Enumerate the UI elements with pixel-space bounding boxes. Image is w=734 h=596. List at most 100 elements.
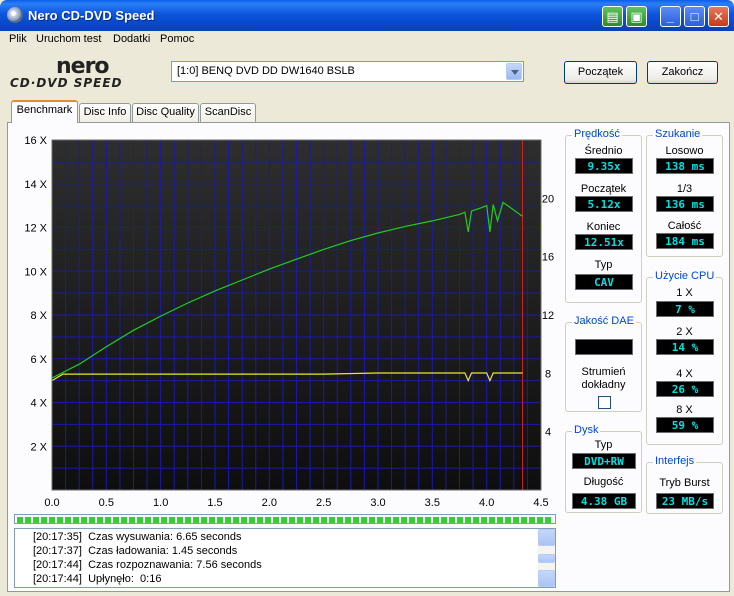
progress-segment (121, 517, 127, 523)
random-seek-label: Losowo (665, 145, 704, 157)
nero-logo: nero CD·DVD SPEED (10, 54, 123, 90)
disc-group-title: Dysk (572, 424, 601, 436)
cpu-1x-value: 7 % (656, 301, 714, 317)
disc-type-label: Typ (594, 439, 613, 451)
progress-segment (257, 517, 263, 523)
disc-length-value: 4.38 GB (572, 493, 636, 509)
progress-segment (241, 517, 247, 523)
cpu-8x-value: 59 % (656, 417, 714, 433)
progress-segment (105, 517, 111, 523)
accurate-stream-label-2: dokładny (581, 379, 626, 391)
progress-segment (417, 517, 423, 523)
progress-segment (153, 517, 159, 523)
speed-group: Prędkość Średnio 9.35x Początek 5.12x Ko… (565, 128, 642, 303)
progress-segment (49, 517, 55, 523)
interface-group: Interfejs Tryb Burst 23 MB/s (646, 455, 723, 514)
progress-segment (441, 517, 447, 523)
menu-pomoc[interactable]: Pomoc (160, 33, 194, 45)
progress-segment (89, 517, 95, 523)
progress-segment (385, 517, 391, 523)
speed-type-label: Typ (594, 259, 613, 271)
cpu-group-title: Użycie CPU (653, 270, 717, 282)
end-speed-label: Koniec (586, 221, 621, 233)
close-button[interactable]: ✕ (708, 6, 729, 27)
scroll-down-icon[interactable] (538, 570, 555, 587)
accurate-stream-checkbox[interactable] (598, 396, 611, 409)
log-scrollbar[interactable] (538, 529, 555, 587)
start-button[interactable]: Początek (564, 61, 637, 84)
minimize-button[interactable]: _ (660, 6, 681, 27)
burst-rate-label: Tryb Burst (659, 477, 710, 489)
progress-segment (497, 517, 503, 523)
progress-segment (289, 517, 295, 523)
full-seek-label: Całość (667, 220, 702, 232)
progress-segment (113, 517, 119, 523)
third-seek-value: 136 ms (656, 196, 714, 212)
nero-disc-icon[interactable] (7, 7, 23, 23)
progress-segment (473, 517, 479, 523)
tab-scandisc[interactable]: ScanDisc (200, 103, 256, 122)
progress-segment (65, 517, 71, 523)
seek-group: Szukanie Losowo 138 ms 1/3 136 ms Całość… (646, 128, 723, 257)
stop-button[interactable]: Zakończ (647, 61, 718, 84)
progress-segment (529, 517, 535, 523)
progress-segment (249, 517, 255, 523)
log-entry: [20:17:44] Upłynęło: 0:16 (33, 573, 162, 585)
chevron-down-icon[interactable] (506, 63, 522, 80)
speed-type-value: CAV (575, 274, 633, 290)
disc-group: Dysk Typ DVD+RW Długość 4.38 GB (565, 424, 642, 513)
burst-rate-value: 23 MB/s (656, 493, 714, 509)
menu-bar: Plik Uruchom test Dodatki Pomoc (0, 31, 734, 49)
full-seek-value: 184 ms (656, 233, 714, 249)
log-entry: [20:17:35] Czas wysuwania: 6.65 seconds (33, 531, 242, 543)
progress-segment (425, 517, 431, 523)
progress-segment (177, 517, 183, 523)
progress-segment (225, 517, 231, 523)
progress-segment (81, 517, 87, 523)
progress-segment (521, 517, 527, 523)
menu-dodatki[interactable]: Dodatki (113, 33, 150, 45)
progress-segment (457, 517, 463, 523)
cpu-1x-label: 1 X (676, 287, 693, 299)
progress-segment (433, 517, 439, 523)
drive-select[interactable]: [1:0] BENQ DVD DD DW1640 BSLB (171, 61, 524, 82)
progress-segment (137, 517, 143, 523)
progress-segment (401, 517, 407, 523)
title-bar: Nero CD-DVD Speed ▤ ▣ _ □ ✕ (0, 0, 734, 31)
interface-group-title: Interfejs (653, 455, 697, 467)
scroll-up-icon[interactable] (538, 529, 555, 546)
progress-segment (161, 517, 167, 523)
progress-segment (145, 517, 151, 523)
scroll-thumb[interactable] (538, 554, 555, 563)
tab-disc-quality[interactable]: Disc Quality (132, 103, 199, 122)
progress-segment (233, 517, 239, 523)
progress-segment (329, 517, 335, 523)
seek-group-title: Szukanie (653, 128, 703, 140)
disc-length-label: Długość (583, 476, 624, 488)
random-seek-value: 138 ms (656, 158, 714, 174)
progress-segment (193, 517, 199, 523)
progress-fill (17, 517, 551, 523)
export-icon[interactable]: ▣ (626, 6, 647, 27)
progress-segment (505, 517, 511, 523)
progress-segment (281, 517, 287, 523)
average-speed-label: Średnio (584, 145, 623, 157)
log-list: [20:17:35] Czas wysuwania: 6.65 seconds … (14, 528, 556, 588)
start-speed-label: Początek (580, 183, 627, 195)
cpu-group: Użycie CPU 1 X 7 % 2 X 14 % 4 X 26 % 8 X… (646, 270, 723, 445)
menu-uruchom-test[interactable]: Uruchom test (36, 33, 101, 45)
maximize-button[interactable]: □ (684, 6, 705, 27)
progress-segment (449, 517, 455, 523)
menu-plik[interactable]: Plik (9, 33, 27, 45)
progress-segment (481, 517, 487, 523)
progress-segment (369, 517, 375, 523)
accurate-stream-label: Strumień (581, 366, 626, 378)
progress-segment (265, 517, 271, 523)
tab-benchmark[interactable]: Benchmark (11, 100, 78, 123)
progress-segment (169, 517, 175, 523)
progress-segment (217, 517, 223, 523)
log-entry: [20:17:37] Czas ładowania: 1.45 seconds (33, 545, 238, 557)
tab-disc-info[interactable]: Disc Info (79, 103, 131, 122)
save-icon[interactable]: ▤ (602, 6, 623, 27)
progress-segment (25, 517, 31, 523)
